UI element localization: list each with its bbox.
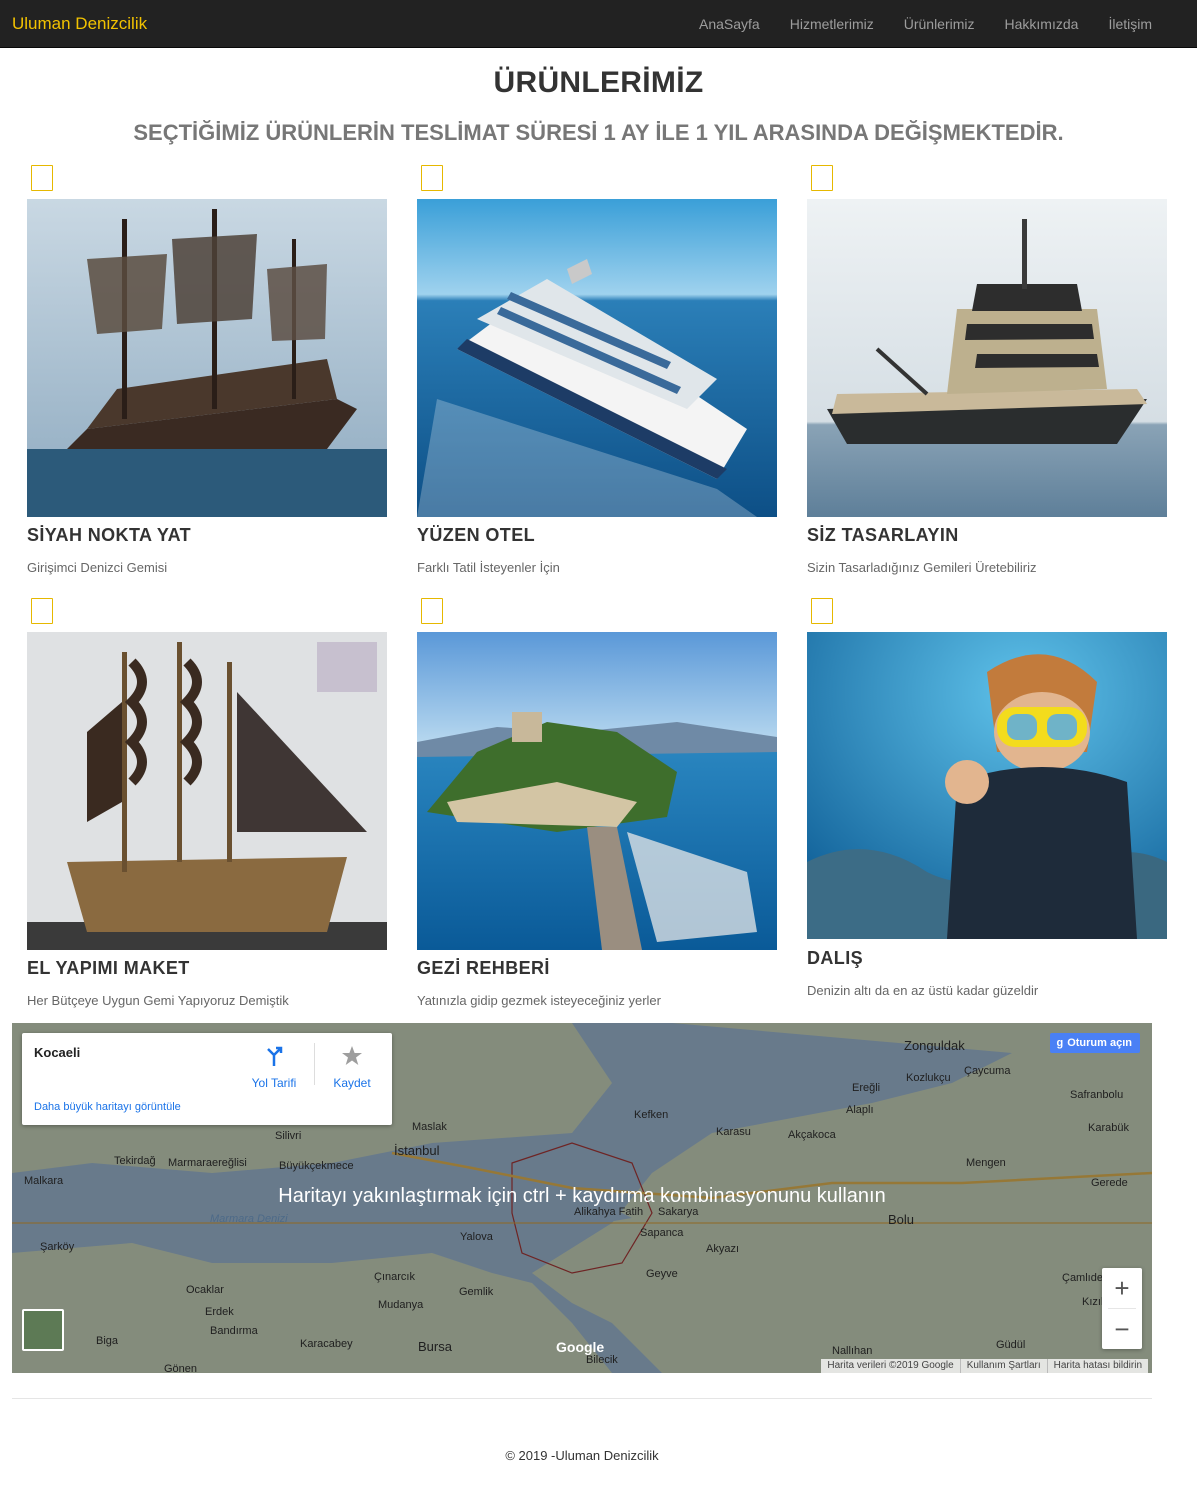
directions-button[interactable]: Yol Tarifi [244,1045,304,1090]
save-button[interactable]: Kaydet [322,1045,382,1090]
map-label: Karacabey [300,1338,353,1350]
directions-icon [267,1046,283,1066]
product-title: DALIŞ [807,948,863,968]
star-icon [342,1046,362,1065]
google-logo: Google [556,1339,605,1355]
map-label: Mengen [966,1157,1006,1169]
zoom-in-button[interactable]: + [1102,1268,1142,1308]
nav-item-services[interactable]: Hizmetlerimiz [775,0,889,48]
product-description: Girişimci Denizci Gemisi [27,560,168,575]
map-label: Bolu [888,1212,915,1227]
map-scroll-hint: Haritayı yakınlaştırmak için ctrl + kayd… [278,1185,886,1207]
map-label: Alaplı [846,1104,874,1116]
nav-menu: AnaSayfa Hizmetlerimiz Ürünlerimiz Hakkı… [684,0,1167,48]
map-label: Geyve [646,1268,678,1280]
map-label: Biga [96,1335,119,1347]
satellite-view-toggle[interactable] [22,1309,64,1351]
map-attribution: Harita verileri ©2019 Google Kullanım Şa… [821,1359,1148,1373]
product-description: Yatınızla gidip gezmek isteyeceğiniz yer… [417,993,661,1008]
signin-label: Oturum açın [1067,1037,1132,1049]
map-label: Maslak [412,1121,447,1133]
pirate-ship-photo [27,199,387,517]
map-label: Safranbolu [1070,1089,1124,1101]
divider [314,1043,315,1085]
map-label: Mudanya [378,1299,424,1311]
map-place-name: Kocaeli [34,1045,81,1060]
product-description: Farklı Tatil İsteyenler İçin [417,560,560,575]
map-label: Marmara Denizi [210,1213,288,1225]
nav-item-contact[interactable]: İletişim [1093,0,1167,48]
island-castle-photo [417,632,777,950]
directions-label: Yol Tarifi [251,1076,297,1090]
map-label: Ocaklar [186,1284,224,1296]
map-label: Gemlik [459,1286,494,1298]
map-info-card: Kocaeli Yol Tarifi Kaydet Daha büyük har… [22,1033,392,1125]
zoom-out-button[interactable]: − [1102,1309,1142,1349]
broken-image-icon [421,598,443,624]
nav-item-about[interactable]: Hakkımızda [990,0,1094,48]
product-title: EL YAPIMI MAKET [27,958,190,978]
map-label: Büyükçekmece [279,1160,354,1172]
product-title: SİZ TASARLAYIN [807,525,959,545]
map-data-credit: Harita verileri ©2019 Google [827,1360,954,1371]
map-label: Çaycuma [964,1065,1011,1077]
model-ship-photo [27,632,387,950]
nav-item-products[interactable]: Ürünlerimiz [889,0,990,48]
map-label: Ereğli [852,1082,881,1094]
map-label: Çınarcık [374,1271,415,1283]
map-label: Bilecik [586,1354,618,1366]
map-label: Yalova [460,1231,493,1243]
zoom-control: + − [1102,1268,1142,1349]
cruise-ship-photo [417,199,777,517]
map-label: Kozlukçu [906,1072,951,1084]
broken-image-icon [811,165,833,191]
broken-image-icon [421,165,443,191]
map-label: Akyazı [706,1243,740,1255]
product-title: SİYAH NOKTA YAT [27,525,192,545]
map-label: Bursa [418,1339,452,1354]
map-label: Erdek [205,1306,234,1318]
page-title: ÜRÜNLERİMİZ [493,66,704,99]
map-label: Marmaraereğlisi [168,1157,247,1169]
broken-image-icon [31,598,53,624]
map-label: İstanbul [394,1143,440,1158]
signin-button[interactable]: g Oturum açın [1050,1033,1140,1053]
google-plus-icon: g [1056,1037,1064,1049]
map-label: Bandırma [210,1325,258,1337]
page-subtitle: SEÇTİĞİMİZ ÜRÜNLERİN TESLİMAT SÜRESİ 1 A… [133,120,1064,145]
product-description: Denizin altı da en az üstü kadar güzeldi… [807,983,1039,998]
map-label: Karabük [1088,1122,1129,1134]
map-label: Silivri [275,1130,302,1142]
map-label: Tekirdağ [114,1155,156,1167]
map-label: Kefken [634,1109,669,1121]
map-label: Gönen [164,1363,198,1373]
footer-copyright: © 2019 -Uluman Denizcilik [505,1448,659,1463]
brand-logo[interactable]: Uluman Denizcilik [12,14,147,34]
product-title: YÜZEN OTEL [417,525,536,545]
expedition-yacht-photo [807,199,1167,517]
map-label: Zonguldak [904,1038,965,1053]
map-label: Şarköy [40,1241,75,1253]
scuba-diver-photo [807,632,1167,939]
product-description: Her Bütçeye Uygun Gemi Yapıyoruz Demişti… [27,993,289,1008]
map-label: Güdül [996,1339,1026,1351]
broken-image-icon [31,165,53,191]
google-map[interactable]: Zonguldak Kozlukçu Çaycuma Ereğli Alaplı… [12,1023,1152,1373]
report-error-link[interactable]: Harita hatası bildirin [1046,1359,1148,1373]
broken-image-icon [811,598,833,624]
terms-link[interactable]: Kullanım Şartları [959,1359,1047,1373]
footer-divider [12,1398,1152,1399]
map-label: Nallıhan [832,1345,873,1357]
save-label: Kaydet [333,1076,371,1090]
map-label: Sapanca [640,1227,684,1239]
product-description: Sizin Tasarladığınız Gemileri Üretebilir… [807,560,1037,575]
map-label: Karasu [716,1126,751,1138]
map-label: Akçakoca [788,1129,836,1141]
larger-map-link[interactable]: Daha büyük haritayı görüntüle [34,1101,181,1113]
top-navbar: Uluman Denizcilik AnaSayfa Hizmetlerimiz… [0,0,1197,48]
nav-item-home[interactable]: AnaSayfa [684,0,775,48]
product-title: GEZİ REHBERİ [417,958,550,978]
